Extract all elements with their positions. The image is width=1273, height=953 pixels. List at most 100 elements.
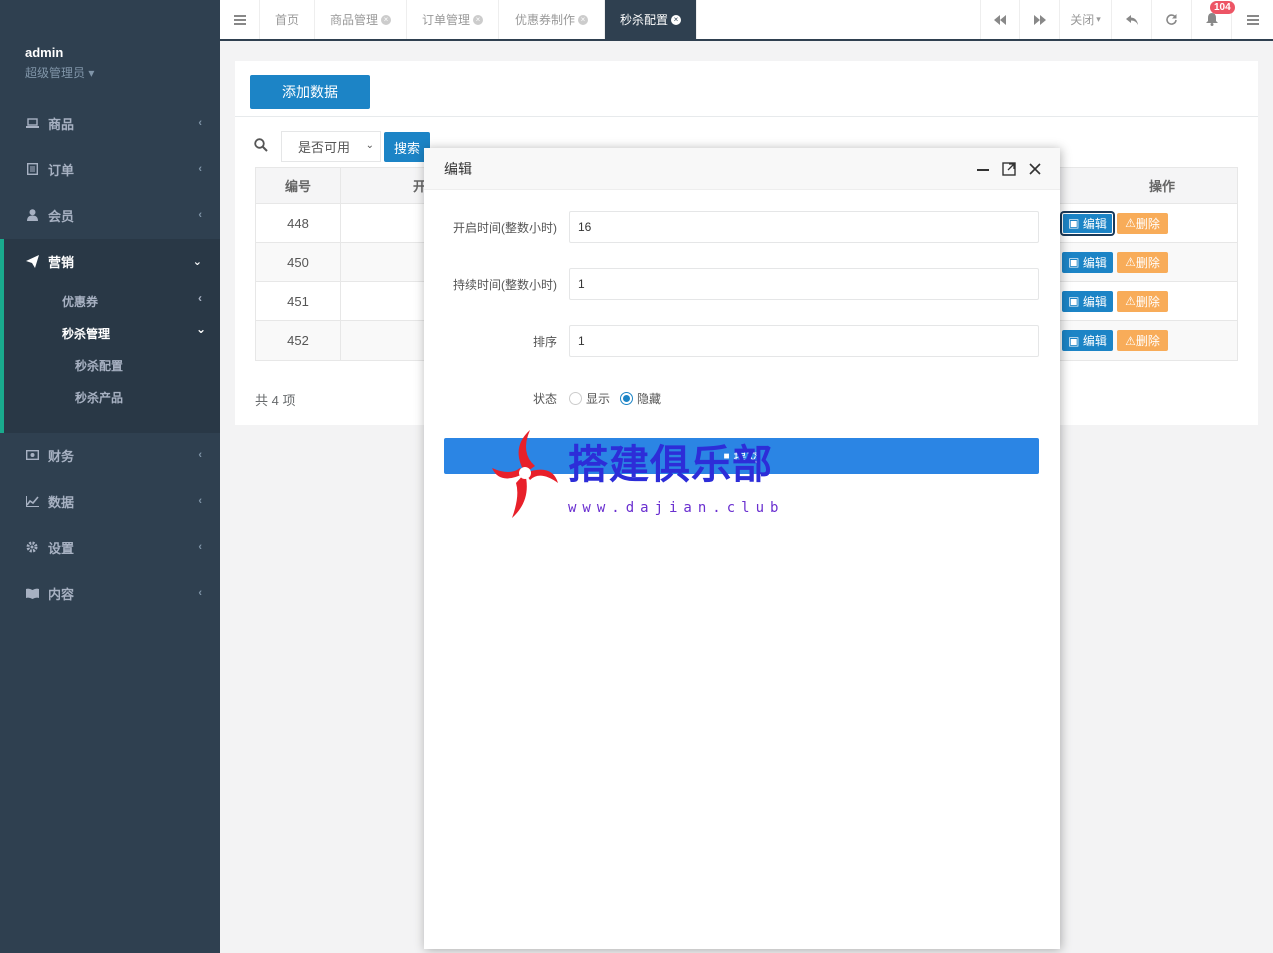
- close-icon[interactable]: ×: [381, 14, 391, 25]
- tab-goods[interactable]: 商品管理 ×: [315, 0, 407, 39]
- watermark-title: 搭建俱乐部: [568, 442, 773, 488]
- sidebar-item-seckill[interactable]: 秒杀管理: [62, 325, 110, 342]
- edit-icon: ▣: [1068, 216, 1080, 230]
- chevron-down-icon: ⌄: [192, 255, 202, 268]
- start-hour-input[interactable]: 16: [569, 211, 1039, 243]
- modal-title: 编辑: [444, 160, 472, 177]
- tab-seckill-config[interactable]: 秒杀配置 ×: [605, 0, 697, 39]
- radio-label: 显示: [586, 392, 611, 406]
- header-id[interactable]: 编号: [256, 168, 341, 203]
- watermark-url: www.dajian.club: [568, 500, 785, 516]
- nav-item-orders[interactable]: 订单 ‹: [0, 146, 220, 192]
- sort-input[interactable]: 1: [569, 325, 1039, 357]
- field-status: 状态 显示 隐藏: [424, 382, 1060, 414]
- menu-toggle-button[interactable]: [220, 0, 260, 39]
- row-id: 448: [256, 204, 341, 242]
- radio-label: 隐藏: [637, 392, 662, 406]
- delete-button[interactable]: ⚠ 删除: [1117, 251, 1168, 273]
- nav-label: 商品: [48, 116, 75, 132]
- send-icon: [25, 254, 39, 268]
- field-sort: 排序 1: [424, 325, 1060, 357]
- edit-button[interactable]: ▣ 编辑: [1062, 330, 1113, 351]
- close-icon[interactable]: ×: [671, 14, 681, 25]
- edit-icon: ▣: [1068, 255, 1080, 269]
- nav-item-members[interactable]: 会员 ‹: [0, 192, 220, 238]
- chevron-down-icon: ⌄: [196, 322, 207, 336]
- nav-item-data[interactable]: 数据 ‹: [0, 478, 220, 524]
- tab-home[interactable]: 首页: [260, 0, 315, 39]
- user-icon: [25, 208, 39, 222]
- close-icon[interactable]: [1027, 161, 1043, 177]
- gear-icon: [25, 540, 39, 554]
- notification-badge: 104: [1210, 1, 1235, 14]
- warning-icon: ⚠: [1125, 294, 1136, 308]
- username[interactable]: admin: [25, 45, 220, 60]
- nav-item-goods[interactable]: 商品 ‹: [0, 100, 220, 146]
- profile: admin 超级管理员 ▾: [0, 0, 220, 100]
- edit-icon: ▣: [1068, 294, 1080, 308]
- forward-icon: [1033, 14, 1046, 25]
- sidebar-item-seckill-config[interactable]: 秒杀配置: [75, 357, 123, 374]
- backward-icon: [994, 14, 1006, 25]
- chevron-left-icon: ‹: [198, 209, 202, 221]
- user-role-dropdown[interactable]: 超级管理员 ▾: [25, 64, 220, 81]
- nav-label: 设置: [48, 540, 75, 556]
- list-icon: [25, 162, 39, 176]
- edit-button[interactable]: ▣ 编辑: [1062, 290, 1113, 312]
- modal-header: 编辑: [424, 148, 1060, 190]
- row-id: 451: [256, 282, 341, 320]
- status-show-radio[interactable]: [569, 392, 582, 405]
- nav-item-settings[interactable]: 设置 ‹: [0, 524, 220, 570]
- nav-label: 内容: [48, 586, 75, 602]
- close-icon[interactable]: ×: [473, 14, 483, 25]
- refresh-button[interactable]: [1152, 0, 1192, 39]
- close-icon[interactable]: ×: [578, 14, 588, 25]
- sidebar-item-seckill-product[interactable]: 秒杀产品: [75, 389, 123, 406]
- field-label: 开启时间(整数小时): [453, 221, 557, 235]
- delete-button[interactable]: ⚠ 删除: [1117, 212, 1168, 234]
- nav-label: 营销: [48, 254, 75, 270]
- panel-toolbar: 添加数据: [235, 61, 1258, 117]
- edit-button[interactable]: ▣ 编辑: [1062, 251, 1113, 273]
- nav-item-finance[interactable]: 财务 ‹: [0, 432, 220, 478]
- warning-icon: ⚠: [1125, 216, 1136, 230]
- warning-icon: ⚠: [1125, 255, 1136, 269]
- book-icon: [25, 586, 39, 600]
- nav-item-content[interactable]: 内容 ‹: [0, 570, 220, 616]
- bell-icon: [1205, 13, 1218, 26]
- chart-icon: [25, 494, 39, 508]
- close-tabs-dropdown[interactable]: 关闭 ▾: [1060, 0, 1112, 39]
- status-hide-radio[interactable]: [620, 392, 634, 405]
- tab-coupon[interactable]: 优惠券制作 ×: [499, 0, 605, 39]
- watermark: 搭建俱乐部 www.dajian.club: [490, 428, 790, 523]
- edit-button[interactable]: ▣ 编辑: [1062, 212, 1113, 234]
- sidebar-item-coupon[interactable]: 优惠券: [62, 293, 98, 310]
- chevron-left-icon: ‹: [198, 495, 202, 507]
- maximize-icon[interactable]: [1001, 161, 1017, 177]
- field-label: 排序: [532, 335, 557, 349]
- row-id: 452: [256, 321, 341, 360]
- chevron-down-icon: ⌄: [365, 140, 374, 151]
- header-actions: 操作: [1148, 179, 1175, 194]
- scroll-right-button[interactable]: [1020, 0, 1060, 39]
- minimize-icon[interactable]: [975, 161, 991, 177]
- add-data-button[interactable]: 添加数据: [250, 75, 370, 109]
- tab-orders[interactable]: 订单管理 ×: [407, 0, 499, 39]
- nav-item-marketing[interactable]: 营销 ⌄: [0, 238, 220, 284]
- availability-select[interactable]: 是否可用 ⌄: [281, 131, 381, 162]
- delete-button[interactable]: ⚠ 删除: [1117, 290, 1168, 312]
- reply-icon: [1125, 14, 1138, 25]
- edit-modal: 编辑 开启时间(整数小时) 16 持续时间(整数小时) 1 排序 1 状态 显示…: [424, 148, 1060, 949]
- row-id: 450: [256, 243, 341, 281]
- settings-panel-button[interactable]: [1232, 0, 1273, 39]
- chevron-left-icon: ‹: [198, 163, 202, 175]
- edit-icon: ▣: [1068, 333, 1080, 348]
- back-button[interactable]: [1112, 0, 1152, 39]
- scroll-left-button[interactable]: [980, 0, 1020, 39]
- nav-label: 数据: [48, 494, 75, 510]
- delete-button[interactable]: ⚠ 删除: [1117, 330, 1168, 351]
- nav-label: 财务: [48, 448, 75, 464]
- chevron-left-icon: ‹: [198, 587, 202, 599]
- status-radio-group: 显示 隐藏: [569, 390, 661, 407]
- duration-input[interactable]: 1: [569, 268, 1039, 300]
